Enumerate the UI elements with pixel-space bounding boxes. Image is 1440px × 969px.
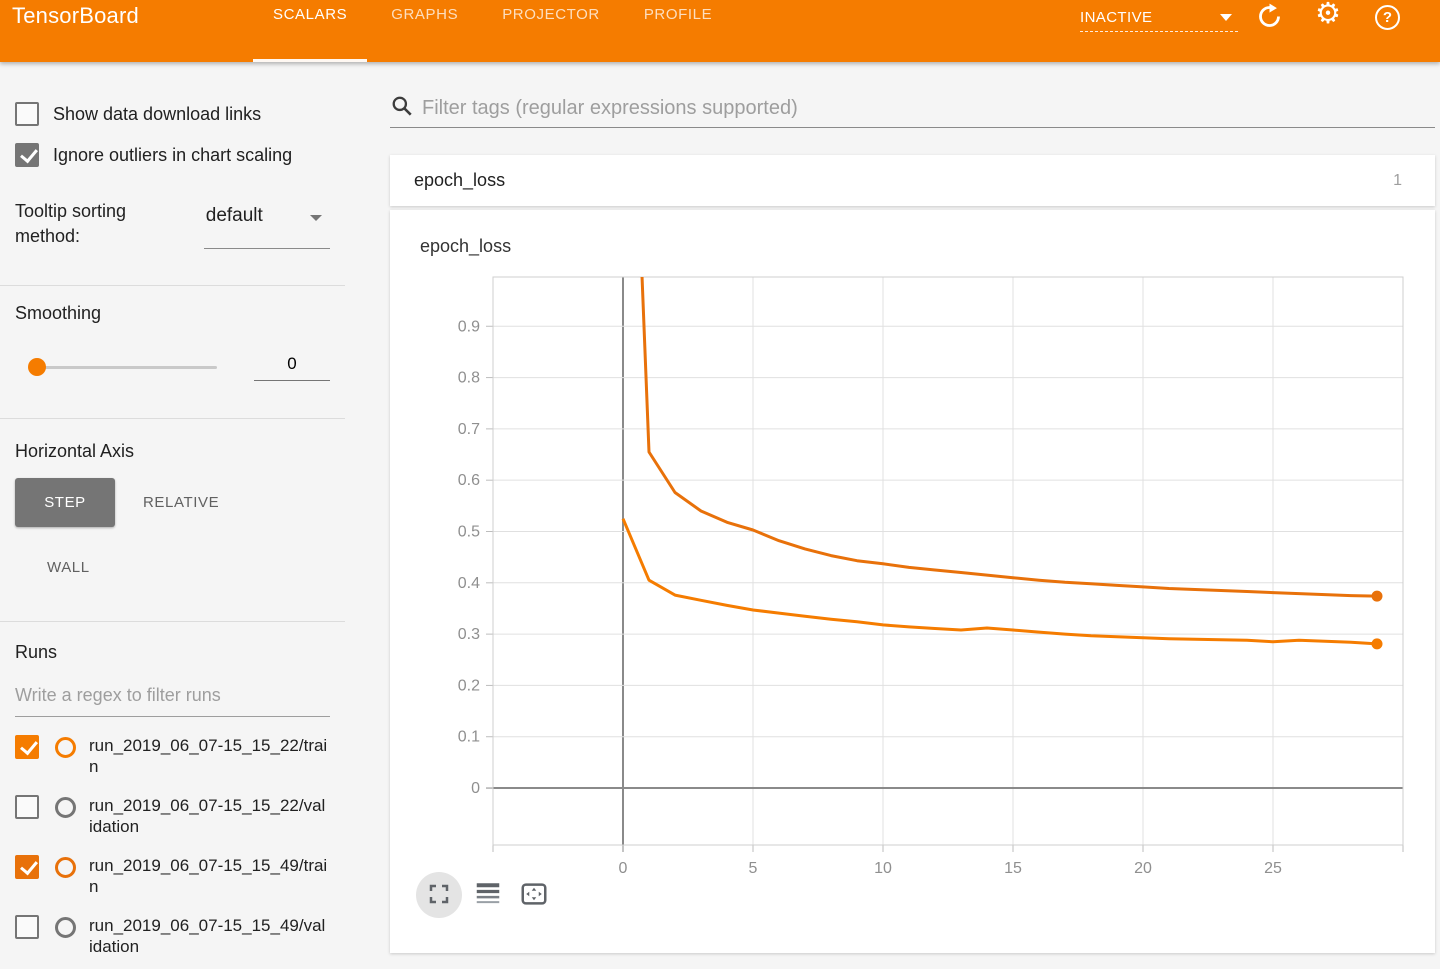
log-scale-icon — [473, 879, 503, 912]
smoothing-slider[interactable] — [30, 366, 217, 369]
axis-relative-button[interactable]: RELATIVE — [143, 494, 219, 511]
show-download-links-checkbox[interactable] — [15, 102, 39, 126]
svg-text:15: 15 — [1004, 860, 1022, 877]
axis-step-button[interactable]: STEP — [15, 478, 115, 527]
help-button[interactable]: ? — [1375, 3, 1403, 31]
svg-text:0.7: 0.7 — [458, 421, 480, 438]
refresh-button[interactable] — [1255, 3, 1283, 31]
svg-text:0.5: 0.5 — [458, 523, 480, 540]
axis-mode-row: STEP RELATIVE — [15, 478, 330, 527]
run-name: run_2019_06_07-15_15_22/validation — [89, 795, 329, 837]
tab-graphs[interactable]: GRAPHS — [369, 0, 480, 62]
chevron-down-icon — [1220, 14, 1232, 21]
run-item: run_2019_06_07-15_15_22/train — [15, 735, 330, 777]
ignore-outliers-label: Ignore outliers in chart scaling — [53, 145, 292, 166]
run-checkbox[interactable] — [15, 795, 39, 819]
run-name: run_2019_06_07-15_15_49/validation — [89, 915, 329, 957]
app-title: TensorBoard — [12, 3, 139, 29]
horizontal-axis-label: Horizontal Axis — [15, 441, 330, 462]
run-name: run_2019_06_07-15_15_22/train — [89, 735, 329, 777]
tooltip-sorting-value: default — [206, 205, 263, 226]
run-checkbox[interactable] — [15, 915, 39, 939]
svg-text:0.1: 0.1 — [458, 729, 480, 746]
app-header: TensorBoard SCALARS GRAPHS PROJECTOR PRO… — [0, 0, 1440, 62]
tag-section-title: epoch_loss — [414, 170, 505, 191]
status-dropdown[interactable]: INACTIVE — [1080, 4, 1238, 32]
run-item: run_2019_06_07-15_15_22/validation — [15, 795, 330, 837]
show-download-links-row: Show data download links — [15, 102, 330, 126]
tensorboard-app: { "header": { "title": "TensorBoard", "t… — [0, 0, 1440, 969]
svg-text:0.9: 0.9 — [458, 318, 480, 335]
svg-text:0.6: 0.6 — [458, 472, 480, 489]
show-download-links-label: Show data download links — [53, 104, 261, 125]
run-item: run_2019_06_07-15_15_49/validation — [15, 915, 330, 957]
run-item: run_2019_06_07-15_15_49/train — [15, 855, 330, 897]
search-icon — [390, 94, 414, 123]
expand-chart-button[interactable] — [416, 872, 462, 918]
svg-text:0.4: 0.4 — [458, 575, 480, 592]
fit-domain-button[interactable] — [514, 877, 554, 913]
smoothing-slider-thumb[interactable] — [28, 358, 46, 376]
run-name: run_2019_06_07-15_15_49/train — [89, 855, 329, 897]
run-checkbox[interactable] — [15, 735, 39, 759]
tag-section-count: 1 — [1393, 172, 1402, 190]
log-scale-button[interactable] — [470, 877, 506, 913]
help-icon: ? — [1375, 5, 1400, 30]
svg-text:10: 10 — [874, 860, 892, 877]
divider — [0, 621, 345, 622]
chevron-down-icon — [310, 215, 322, 221]
loss-chart[interactable]: 0 5 10 15 20 25 0 0.1 0.2 0.3 0.4 0.5 0.6 0.7 0.8 0.9 — [420, 240, 1420, 890]
settings-button[interactable]: ⚙ — [1314, 0, 1342, 28]
smoothing-slider-row — [15, 354, 330, 381]
scalar-chart-card: epoch_loss 051015202500.10.20.30.40.50.6… — [390, 210, 1435, 953]
tab-profile[interactable]: PROFILE — [622, 0, 734, 62]
run-checkbox[interactable] — [15, 855, 39, 879]
smoothing-value-input[interactable] — [254, 354, 330, 381]
gear-icon: ⚙ — [1315, 0, 1341, 30]
main-tabs: SCALARS GRAPHS PROJECTOR PROFILE — [251, 0, 734, 62]
divider — [0, 418, 345, 419]
status-label: INACTIVE — [1080, 9, 1152, 26]
tab-projector[interactable]: PROJECTOR — [480, 0, 622, 62]
svg-text:0.3: 0.3 — [458, 626, 480, 643]
sidebar: Show data download links Ignore outliers… — [0, 62, 345, 969]
run-color-circle[interactable] — [55, 857, 76, 878]
runs-filter-input[interactable] — [15, 681, 330, 717]
svg-text:0: 0 — [619, 860, 628, 877]
divider — [0, 285, 345, 286]
svg-text:0: 0 — [471, 780, 480, 797]
tag-section-header[interactable]: epoch_loss 1 — [390, 155, 1435, 206]
tooltip-sorting-label: Tooltip sorting method: — [15, 199, 167, 249]
run-color-circle[interactable] — [55, 737, 76, 758]
svg-text:0.8: 0.8 — [458, 370, 480, 387]
tooltip-sorting-row: Tooltip sorting method: default — [15, 199, 330, 249]
svg-text:5: 5 — [749, 860, 758, 877]
refresh-icon — [1256, 18, 1283, 33]
smoothing-label: Smoothing — [15, 303, 330, 324]
svg-text:20: 20 — [1134, 860, 1152, 877]
tag-filter-input[interactable] — [422, 97, 1435, 120]
tab-scalars[interactable]: SCALARS — [251, 0, 369, 62]
svg-text:25: 25 — [1264, 860, 1282, 877]
active-tab-underline — [253, 59, 367, 62]
expand-icon — [428, 883, 450, 908]
ignore-outliers-checkbox[interactable] — [15, 143, 39, 167]
runs-label: Runs — [15, 642, 330, 663]
chart-toolbar — [416, 872, 554, 918]
tooltip-sorting-select[interactable]: default — [204, 203, 330, 249]
fit-domain-icon — [518, 879, 550, 912]
svg-text:0.2: 0.2 — [458, 677, 480, 694]
tag-filter — [390, 90, 1435, 128]
run-color-circle[interactable] — [55, 797, 76, 818]
ignore-outliers-row: Ignore outliers in chart scaling — [15, 143, 330, 167]
axis-wall-button[interactable]: WALL — [47, 559, 90, 576]
run-color-circle[interactable] — [55, 917, 76, 938]
